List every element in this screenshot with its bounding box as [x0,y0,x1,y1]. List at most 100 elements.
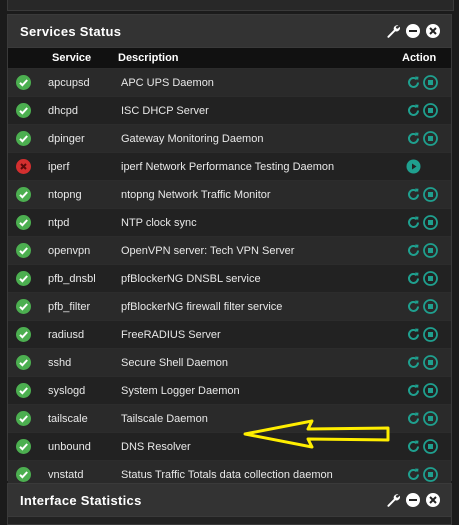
service-name: ntpd [48,217,70,229]
stop-icon[interactable] [423,243,438,258]
stop-icon[interactable] [423,327,438,342]
minus-icon[interactable] [405,492,421,508]
x-circle-icon [16,159,31,174]
row-actions [406,383,438,398]
stop-icon[interactable] [423,467,438,482]
table-row: sshd Secure Shell Daemon [8,348,451,376]
service-name: openvpn [48,245,91,257]
stop-icon[interactable] [423,411,438,426]
service-name: iperf [48,161,70,173]
row-actions [406,355,438,370]
restart-icon[interactable] [406,103,421,118]
row-actions [406,299,438,314]
table-row: apcupsd APC UPS Daemon [8,68,451,96]
check-circle-icon [16,75,31,90]
check-circle-icon [16,327,31,342]
restart-icon[interactable] [406,327,421,342]
stop-icon[interactable] [423,271,438,286]
stop-icon[interactable] [423,215,438,230]
service-description: FreeRADIUS Server [121,329,221,341]
service-description: APC UPS Daemon [121,77,214,89]
check-circle-icon [16,439,31,454]
stop-icon[interactable] [423,187,438,202]
restart-icon[interactable] [406,299,421,314]
service-description: NTP clock sync [121,217,197,229]
wrench-icon[interactable] [385,492,401,508]
check-circle-icon [16,243,31,258]
row-actions [406,411,438,426]
highlight-arrow [243,419,390,449]
restart-icon[interactable] [406,355,421,370]
service-name: syslogd [48,385,86,397]
close-icon[interactable] [425,23,441,39]
service-name: ntopng [48,189,82,201]
row-actions [406,271,438,286]
restart-icon[interactable] [406,215,421,230]
service-description: DNS Resolver [121,441,191,453]
service-description: ntopng Network Traffic Monitor [121,189,271,201]
service-description: ISC DHCP Server [121,105,209,117]
check-circle-icon [16,103,31,118]
close-icon[interactable] [425,492,441,508]
service-name: tailscale [48,413,88,425]
check-circle-icon [16,215,31,230]
stop-icon[interactable] [423,439,438,454]
check-circle-icon [16,467,31,482]
row-actions [406,439,438,454]
table-row: openvpn OpenVPN server: Tech VPN Server [8,236,451,264]
table-row: dhcpd ISC DHCP Server [8,96,451,124]
check-circle-icon [16,131,31,146]
service-name: pfb_dnsbl [48,273,96,285]
stop-icon[interactable] [423,355,438,370]
row-actions [406,215,438,230]
restart-icon[interactable] [406,383,421,398]
minus-icon[interactable] [405,23,421,39]
service-description: Gateway Monitoring Daemon [121,133,264,145]
row-actions [406,467,438,482]
services-panel-header: Services Status [8,15,451,48]
restart-icon[interactable] [406,439,421,454]
service-description: Tailscale Daemon [121,413,208,425]
check-circle-icon [16,411,31,426]
stop-icon[interactable] [423,103,438,118]
restart-icon[interactable] [406,131,421,146]
wrench-icon[interactable] [385,23,401,39]
panel-title: Interface Statistics [20,492,142,508]
table-header: Service Description Action [8,48,451,68]
service-name: unbound [48,441,91,453]
play-icon[interactable] [406,159,421,174]
service-description: Status Traffic Totals data collection da… [121,469,333,481]
table-row: syslogd System Logger Daemon [8,376,451,404]
stop-icon[interactable] [423,75,438,90]
service-name: radiusd [48,329,85,341]
restart-icon[interactable] [406,187,421,202]
service-description: pfBlockerNG DNSBL service [121,273,261,285]
service-description: pfBlockerNG firewall filter service [121,301,283,313]
check-circle-icon [16,187,31,202]
restart-icon[interactable] [406,411,421,426]
check-circle-icon [16,299,31,314]
restart-icon[interactable] [406,75,421,90]
panel-title: Services Status [20,23,122,39]
previous-panel-bottom [7,0,454,11]
restart-icon[interactable] [406,467,421,482]
table-row: ntopng ntopng Network Traffic Monitor [8,180,451,208]
stop-icon[interactable] [423,299,438,314]
service-name: dhcpd [48,105,78,117]
panel-tools [385,23,441,39]
interface-statistics-panel: Interface Statistics [7,483,452,525]
row-actions [406,187,438,202]
check-circle-icon [16,271,31,286]
restart-icon[interactable] [406,271,421,286]
row-actions [406,131,438,146]
table-row: pfb_filter pfBlockerNG firewall filter se… [8,292,451,320]
service-description: iperf Network Performance Testing Daemon [121,161,335,173]
stop-icon[interactable] [423,131,438,146]
row-actions [406,159,421,174]
service-description: OpenVPN server: Tech VPN Server [121,245,295,257]
table-row: ntpd NTP clock sync [8,208,451,236]
restart-icon[interactable] [406,243,421,258]
service-name: pfb_filter [48,301,91,313]
stop-icon[interactable] [423,383,438,398]
table-row: radiusd FreeRADIUS Server [8,320,451,348]
